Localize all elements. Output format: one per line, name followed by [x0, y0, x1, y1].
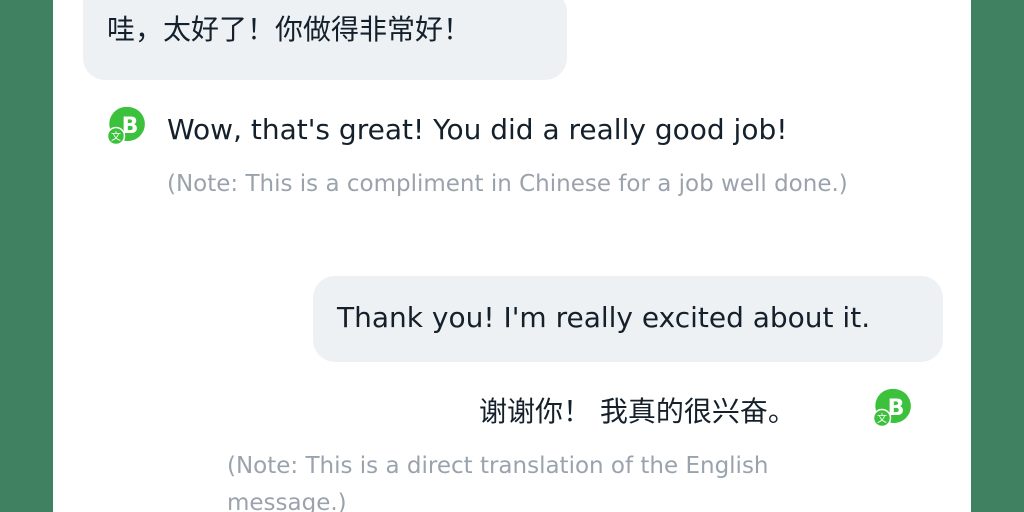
translated-text: 谢谢你！ 我真的很兴奋。	[479, 395, 796, 428]
translation-note: (Note: This is a direct translation of t…	[227, 453, 769, 512]
message-text: 哇，太好了！你做得非常好！	[107, 13, 472, 46]
translated-text: Wow, that's great! You did a really good…	[167, 113, 788, 146]
message-bubble-incoming[interactable]: 哇，太好了！你做得非常好！	[83, 0, 567, 80]
chat-panel: 哇，太好了！你做得非常好！ B 文 Wow, that's great! You…	[53, 0, 971, 512]
translator-sub: 文	[111, 130, 121, 143]
translation-note: (Note: This is a compliment in Chinese f…	[167, 171, 848, 197]
message-text: Thank you! I'm really excited about it.	[337, 301, 871, 334]
message-bubble-outgoing[interactable]: Thank you! I'm really excited about it.	[313, 276, 943, 362]
translator-bot-icon: B 文	[872, 388, 911, 428]
translator-sub: 文	[877, 412, 887, 425]
translator-bot-icon: B 文	[106, 106, 145, 146]
